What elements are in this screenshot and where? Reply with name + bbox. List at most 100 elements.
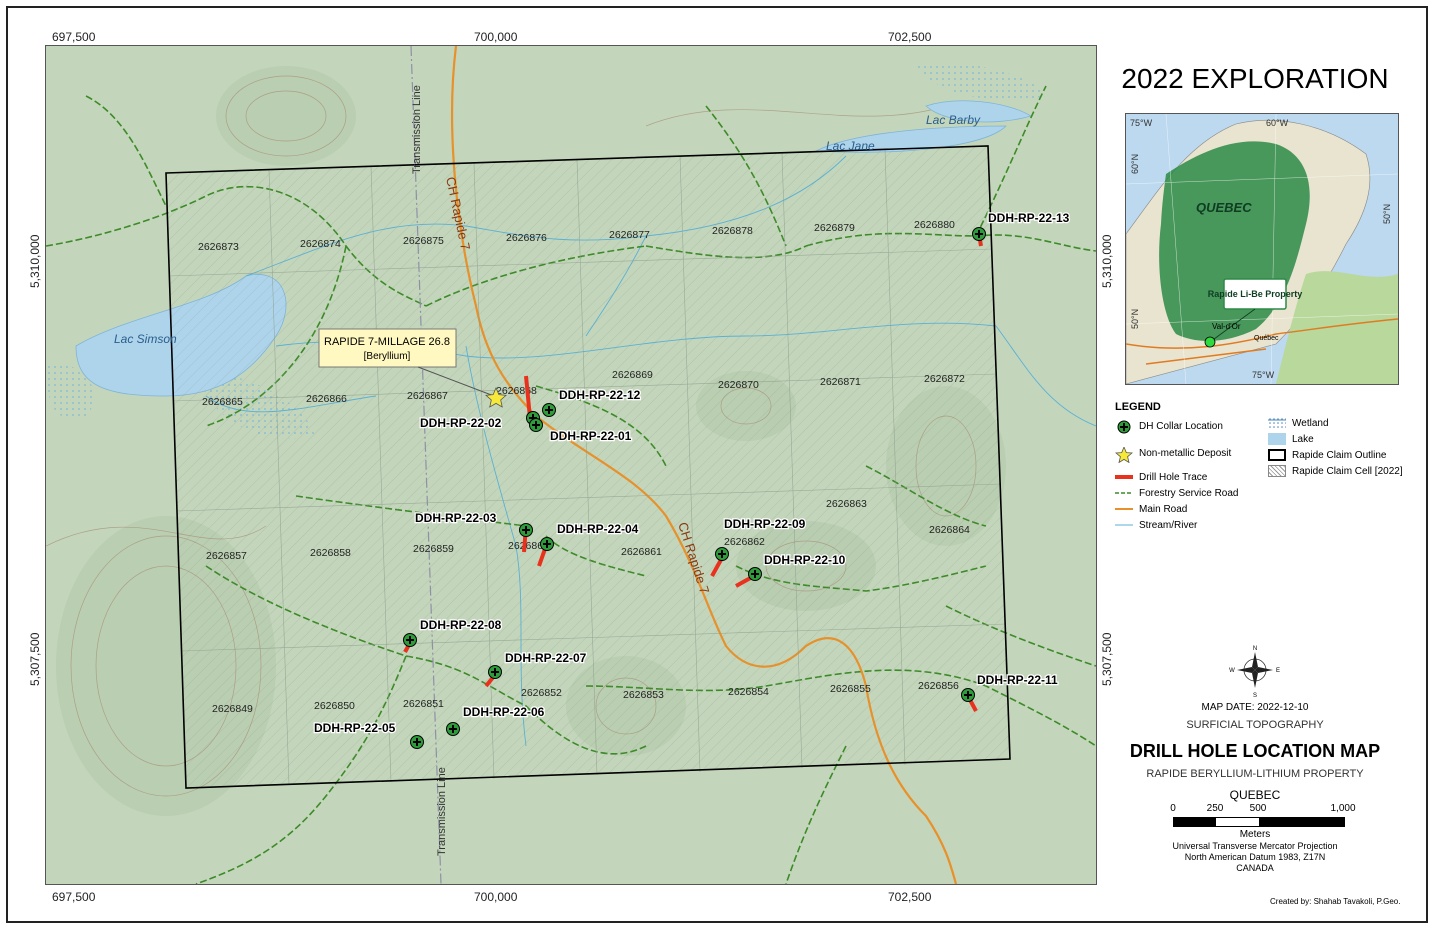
- scale-bar: [1173, 817, 1345, 827]
- credit-text: Created by: Shahab Tavakoli, P.Geo.: [1270, 897, 1401, 906]
- callout-deposit-type: [Beryllium]: [364, 351, 411, 362]
- location-inset-map[interactable]: QUEBEC Rapide Li-Be Property Val-d'Or Qu…: [1125, 113, 1399, 385]
- map-subtitle: SURFICIAL TOPOGRAPHY: [1186, 719, 1324, 731]
- claim-cell-label: 2626850: [314, 700, 355, 712]
- collar-ddh-rp-22-01[interactable]: [529, 418, 543, 432]
- stream-icon: [1115, 519, 1133, 531]
- map-date: MAP DATE: 2022-12-10: [1201, 702, 1309, 713]
- collar-ddh-rp-22-13[interactable]: [972, 227, 986, 241]
- x-tick-label-bottom: 700,000: [474, 890, 518, 904]
- legend-item: Forestry Service Road: [1115, 487, 1238, 499]
- legend-item: Drill Hole Trace: [1115, 471, 1207, 483]
- collar-ddh-rp-22-05[interactable]: [410, 735, 424, 749]
- lake-label: Lac Simson: [114, 332, 177, 346]
- inset-graticule-label: 50°N: [1382, 204, 1392, 224]
- wetland-icon: [1268, 417, 1286, 429]
- property-name: RAPIDE BERYLLIUM-LITHIUM PROPERTY: [1146, 768, 1364, 780]
- collar-icon: [1115, 420, 1133, 434]
- legend-item: DH Collar Location: [1115, 420, 1223, 434]
- inset-graticule-label: 75°W: [1130, 118, 1153, 128]
- map-title: 2022 EXPLORATION: [1121, 63, 1389, 94]
- legend-item: Wetland: [1268, 417, 1329, 429]
- drill-hole-label: DDH-RP-22-05: [314, 721, 396, 735]
- callout-deposit-name: RAPIDE 7-MILLAGE 26.8: [324, 336, 450, 348]
- claim-cell-label: 2626853: [623, 689, 664, 701]
- collar-ddh-rp-22-03[interactable]: [519, 523, 533, 537]
- legend-title: LEGEND: [1115, 401, 1161, 413]
- drill-hole-label: DDH-RP-22-08: [420, 618, 502, 632]
- claim-cell-label: 2626865: [202, 396, 243, 408]
- drill-hole-label: DDH-RP-22-12: [559, 388, 641, 402]
- drill-hole-label: DDH-RP-22-01: [550, 429, 632, 443]
- lake-label: Lac Barby: [926, 113, 981, 127]
- legend-item: Main Road: [1115, 503, 1187, 515]
- claim-cell-label: 2626863: [826, 498, 867, 510]
- lake-label: Lac Jane: [826, 139, 875, 153]
- claim-cell-label: 2626880: [914, 219, 955, 231]
- inset-property-marker[interactable]: [1204, 336, 1216, 348]
- x-tick-label-top: 702,500: [888, 30, 932, 44]
- y-tick-label-left: 5,307,500: [28, 632, 42, 686]
- scale-label: 1,000: [1330, 803, 1356, 814]
- drill-hole-label: DDH-RP-22-11: [977, 673, 1058, 687]
- collar-ddh-rp-22-04[interactable]: [540, 537, 554, 551]
- claim-cell-label: 2626870: [718, 379, 759, 391]
- drill-hole-label: DDH-RP-22-09: [724, 517, 806, 531]
- scale-label: 250: [1206, 803, 1224, 814]
- legend-item: Non-metallic Deposit: [1114, 445, 1231, 464]
- collar-ddh-rp-22-07[interactable]: [488, 665, 502, 679]
- collar-ddh-rp-22-09[interactable]: [715, 547, 729, 561]
- x-tick-label-bottom: 697,500: [52, 890, 96, 904]
- claim-cell-label: 2626869: [612, 369, 653, 381]
- drill-hole-label: DDH-RP-22-06: [463, 705, 545, 719]
- collar-ddh-rp-22-06[interactable]: [446, 722, 460, 736]
- drill-hole-label: DDH-RP-22-04: [557, 522, 639, 536]
- forestry-road-icon: [1115, 487, 1133, 499]
- x-tick-label-top: 697,500: [52, 30, 96, 44]
- drill-trace-icon: [1115, 471, 1133, 483]
- claim-cell-label: 2626875: [403, 235, 444, 247]
- legend-item: Rapide Claim Cell [2022]: [1268, 465, 1403, 477]
- claim-cell-label: 2626879: [814, 222, 855, 234]
- drill-hole-label: DDH-RP-22-02: [420, 416, 502, 430]
- inset-graticule-label: 60°W: [1266, 118, 1289, 128]
- scale-label: 500: [1249, 803, 1267, 814]
- claim-cell-label: 2626877: [609, 229, 650, 241]
- svg-text:E: E: [1276, 668, 1280, 674]
- claim-cell-icon: [1268, 465, 1286, 477]
- claim-cell-label: 2626867: [407, 390, 448, 402]
- claim-cell-label: 2626857: [206, 550, 247, 562]
- claim-cell-label: 2626862: [724, 536, 765, 548]
- scale-unit: Meters: [1239, 829, 1271, 840]
- y-tick-label-left: 5,310,000: [28, 234, 42, 288]
- collar-ddh-rp-22-11[interactable]: [961, 688, 975, 702]
- main-title: DRILL HOLE LOCATION MAP: [1129, 741, 1381, 761]
- legend-item: Lake: [1268, 433, 1314, 445]
- claim-cell-label: 2626858: [310, 547, 351, 559]
- lake-icon: [1268, 433, 1286, 445]
- side-panel: 2022 EXPLORATION QUEBEC Rapide Li-Be Pro…: [1105, 45, 1417, 915]
- province-name: QUEBEC: [1229, 788, 1281, 802]
- star-icon: [1114, 445, 1134, 464]
- collar-ddh-rp-22-08[interactable]: [403, 633, 417, 647]
- drill-hole-label: DDH-RP-22-13: [988, 211, 1070, 225]
- transmission-line-label: Transmission Line: [436, 767, 448, 856]
- claim-cell-label: 2626861: [621, 546, 662, 558]
- inset-town-label: Val-d'Or: [1212, 322, 1241, 331]
- north-arrow-icon: N S E W: [1225, 640, 1285, 700]
- main-map[interactable]: 2626873 2626874 2626875 2626876 2626877 …: [45, 45, 1097, 885]
- x-tick-label-bottom: 702,500: [888, 890, 932, 904]
- claim-outline-icon: [1268, 449, 1286, 461]
- drill-hole-label: DDH-RP-22-07: [505, 651, 587, 665]
- drill-hole-label: DDH-RP-22-10: [764, 553, 846, 567]
- collar-ddh-rp-22-10[interactable]: [748, 567, 762, 581]
- claim-cell-label: 2626852: [521, 687, 562, 699]
- claim-cell-label: 2626854: [728, 686, 769, 698]
- claim-cell-hatch: [166, 146, 1010, 788]
- claim-cell-label: 2626855: [830, 683, 871, 695]
- legend-item: Rapide Claim Outline: [1268, 449, 1387, 461]
- claim-cell-label: 2626871: [820, 376, 861, 388]
- claim-cell-label: 2626864: [929, 524, 970, 536]
- collar-ddh-rp-22-12[interactable]: [542, 403, 556, 417]
- claim-cell-label: 2626851: [403, 698, 444, 710]
